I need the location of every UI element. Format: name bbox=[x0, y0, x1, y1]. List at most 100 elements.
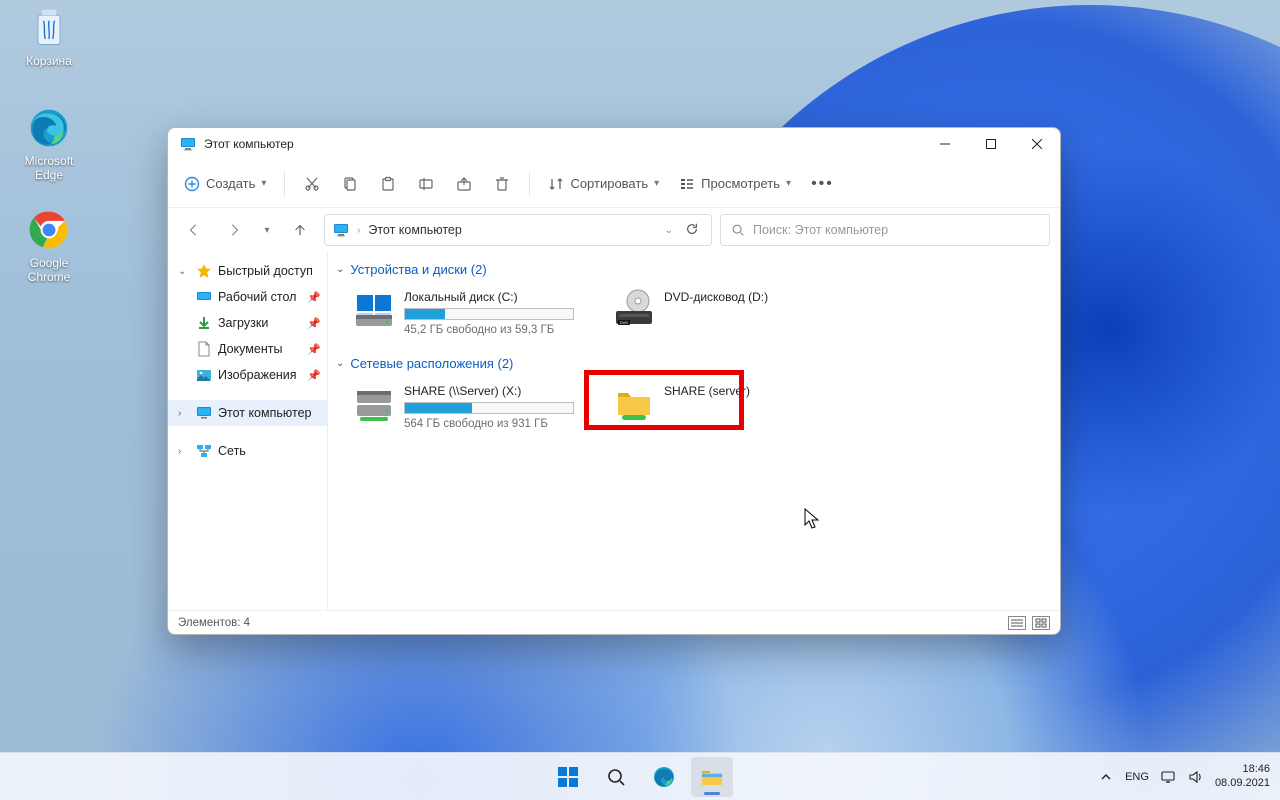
sidebar-item-this-pc[interactable]: › Этот компьютер bbox=[168, 400, 327, 426]
view-icon bbox=[679, 176, 695, 192]
desktop-icon-recycle-bin[interactable]: Корзина bbox=[10, 6, 88, 68]
clock[interactable]: 18:46 08.09.2021 bbox=[1215, 763, 1270, 791]
rename-icon bbox=[418, 176, 434, 192]
chevron-down-icon: ▾ bbox=[786, 178, 791, 189]
dvd-drive-icon: DVD bbox=[614, 289, 654, 329]
category-network[interactable]: ⌄Сетевые расположения (2) bbox=[330, 352, 1048, 379]
ellipsis-icon: ••• bbox=[811, 175, 834, 193]
cut-button[interactable] bbox=[295, 167, 329, 201]
command-bar: Создать▾ Сортировать▾ Просмотреть▾ ••• bbox=[168, 160, 1060, 208]
titlebar[interactable]: Этот компьютер bbox=[168, 128, 1060, 160]
drive-freespace: 564 ГБ свободно из 931 ГБ bbox=[404, 416, 574, 432]
delete-button[interactable] bbox=[485, 167, 519, 201]
star-icon bbox=[196, 263, 212, 279]
storage-bar bbox=[404, 402, 574, 414]
up-button[interactable] bbox=[284, 214, 316, 246]
tray-overflow-button[interactable] bbox=[1097, 771, 1115, 783]
recent-locations-button[interactable]: ▾ bbox=[258, 214, 276, 246]
file-explorer-window: Этот компьютер Создать▾ Сортировать▾ bbox=[167, 127, 1061, 635]
chevron-down-icon: ⌄ bbox=[336, 264, 344, 275]
arrow-right-icon bbox=[227, 223, 241, 237]
view-button[interactable]: Просмотреть▾ bbox=[671, 167, 799, 201]
pin-icon: 📌 bbox=[307, 317, 321, 330]
chevron-down-icon: ⌄ bbox=[336, 358, 344, 369]
pictures-icon bbox=[196, 367, 212, 383]
paste-icon bbox=[380, 176, 396, 192]
desktop-icon-label: Корзина bbox=[26, 54, 72, 68]
back-button[interactable] bbox=[178, 214, 210, 246]
sidebar-item-network[interactable]: › Сеть bbox=[168, 438, 327, 464]
chevron-down-icon[interactable]: ⌄ bbox=[665, 225, 673, 236]
edge-icon bbox=[27, 106, 71, 150]
network-folder-icon bbox=[614, 383, 654, 423]
search-box[interactable] bbox=[720, 214, 1050, 246]
pin-icon: 📌 bbox=[307, 343, 321, 356]
sidebar-item-quick-access[interactable]: ⌄ Быстрый доступ bbox=[168, 258, 327, 284]
network-icon bbox=[196, 443, 212, 459]
sidebar-item-downloads[interactable]: Загрузки📌 bbox=[168, 310, 327, 336]
edge-icon bbox=[652, 765, 676, 789]
this-pc-icon bbox=[333, 222, 349, 238]
breadcrumb-separator: › bbox=[357, 225, 360, 236]
rename-button[interactable] bbox=[409, 167, 443, 201]
sidebar-item-documents[interactable]: Документы📌 bbox=[168, 336, 327, 362]
language-indicator[interactable]: ENG bbox=[1125, 771, 1149, 783]
paste-button[interactable] bbox=[371, 167, 405, 201]
arrow-up-icon bbox=[293, 223, 307, 237]
drive-local-c[interactable]: Локальный диск (C:) 45,2 ГБ свободно из … bbox=[348, 285, 588, 342]
copy-icon bbox=[342, 176, 358, 192]
sidebar-item-pictures[interactable]: Изображения📌 bbox=[168, 362, 327, 388]
drive-name: Локальный диск (C:) bbox=[404, 289, 574, 306]
forward-button[interactable] bbox=[218, 214, 250, 246]
search-icon bbox=[731, 223, 745, 237]
new-button[interactable]: Создать▾ bbox=[176, 167, 274, 201]
thumbnails-view-button[interactable] bbox=[1032, 616, 1050, 630]
document-icon bbox=[196, 341, 212, 357]
drive-name: DVD-дисковод (D:) bbox=[664, 289, 768, 306]
category-devices[interactable]: ⌄Устройства и диски (2) bbox=[330, 258, 1048, 285]
network-drive-share-x[interactable]: SHARE (\\Server) (X:) 564 ГБ свободно из… bbox=[348, 379, 588, 436]
chrome-icon bbox=[27, 208, 71, 252]
close-button[interactable] bbox=[1014, 128, 1060, 160]
address-bar[interactable]: › Этот компьютер ⌄ bbox=[324, 214, 712, 246]
desktop-icon-edge[interactable]: Microsoft Edge bbox=[10, 106, 88, 182]
status-bar: Элементов: 4 bbox=[168, 610, 1060, 634]
drive-dvd-d[interactable]: DVD DVD-дисковод (D:) bbox=[608, 285, 848, 342]
network-drive-icon bbox=[354, 383, 394, 423]
desktop-icon-chrome[interactable]: Google Chrome bbox=[10, 208, 88, 284]
recycle-bin-icon bbox=[27, 6, 71, 50]
taskbar: ENG 18:46 08.09.2021 bbox=[0, 752, 1280, 800]
system-tray: ENG 18:46 08.09.2021 bbox=[1097, 763, 1280, 791]
start-button[interactable] bbox=[547, 757, 589, 797]
chevron-up-icon bbox=[1100, 771, 1112, 783]
minimize-button[interactable] bbox=[922, 128, 968, 160]
refresh-button[interactable] bbox=[681, 222, 703, 239]
trash-icon bbox=[494, 176, 510, 192]
drive-icon bbox=[354, 289, 394, 329]
volume-tray-icon[interactable] bbox=[1187, 770, 1205, 784]
copy-button[interactable] bbox=[333, 167, 367, 201]
maximize-button[interactable] bbox=[968, 128, 1014, 160]
network-location-share[interactable]: SHARE (server) bbox=[608, 379, 848, 436]
this-pc-icon bbox=[180, 136, 196, 152]
more-button[interactable]: ••• bbox=[803, 167, 842, 201]
drive-freespace: 45,2 ГБ свободно из 59,3 ГБ bbox=[404, 322, 574, 338]
location-name: SHARE (server) bbox=[664, 383, 750, 400]
details-view-button[interactable] bbox=[1008, 616, 1026, 630]
share-button[interactable] bbox=[447, 167, 481, 201]
taskbar-edge-button[interactable] bbox=[643, 757, 685, 797]
refresh-icon bbox=[685, 222, 699, 236]
taskbar-explorer-button[interactable] bbox=[691, 757, 733, 797]
scissors-icon bbox=[304, 176, 320, 192]
taskbar-search-button[interactable] bbox=[595, 757, 637, 797]
network-tray-icon[interactable] bbox=[1159, 770, 1177, 784]
windows-logo-icon bbox=[557, 766, 579, 788]
drive-name: SHARE (\\Server) (X:) bbox=[404, 383, 574, 400]
content-area[interactable]: ⌄Устройства и диски (2) Локальный диск (… bbox=[328, 252, 1060, 610]
breadcrumb[interactable]: Этот компьютер bbox=[368, 223, 461, 237]
svg-text:DVD: DVD bbox=[620, 320, 629, 325]
sidebar-item-desktop[interactable]: Рабочий стол📌 bbox=[168, 284, 327, 310]
sort-button[interactable]: Сортировать▾ bbox=[540, 167, 667, 201]
chevron-down-icon: ▾ bbox=[654, 178, 659, 189]
search-input[interactable] bbox=[753, 223, 1039, 237]
